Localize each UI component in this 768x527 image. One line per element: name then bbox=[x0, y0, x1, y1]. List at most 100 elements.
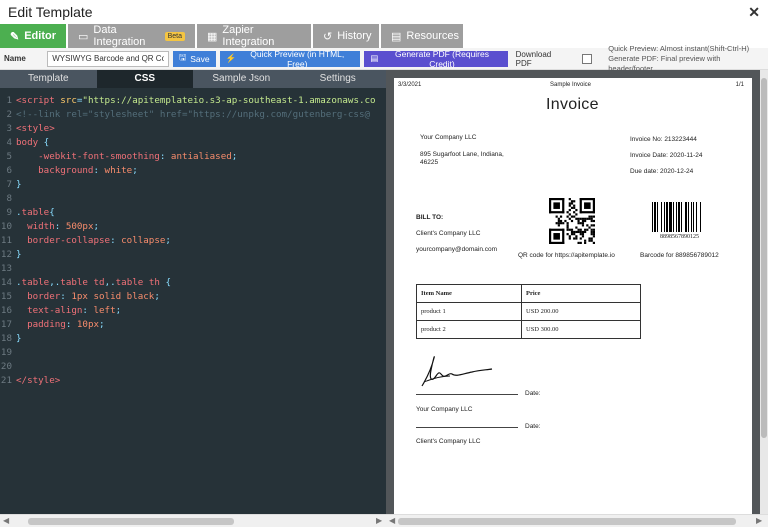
scroll-right-arrow-icon[interactable]: ▶ bbox=[756, 516, 762, 525]
code-token: white bbox=[104, 165, 133, 176]
code-line[interactable]: 18} bbox=[0, 332, 386, 346]
tab-sample-json[interactable]: Sample Json bbox=[193, 70, 290, 88]
save-button[interactable]: 🖫 Save bbox=[173, 50, 216, 67]
title-bar: Edit Template ✕ bbox=[0, 0, 768, 24]
download-pdf-checkbox[interactable] bbox=[582, 53, 593, 64]
toolbar: Name 🖫 Save ⚡ Quick Preview (in HTML, Fr… bbox=[0, 44, 768, 73]
code-line[interactable]: 5 -webkit-font-smoothing: antialiased; bbox=[0, 150, 386, 164]
editor-horizontal-scrollbar[interactable]: ◀ ▶ bbox=[0, 514, 386, 527]
code-token: : bbox=[159, 151, 171, 162]
code-token: ; bbox=[231, 151, 238, 162]
save-button-label: Save bbox=[190, 53, 210, 64]
line-number: 14 bbox=[0, 277, 12, 288]
close-icon[interactable]: ✕ bbox=[748, 4, 760, 21]
scroll-left-arrow-icon[interactable]: ◀ bbox=[3, 516, 9, 525]
code-line[interactable]: 2 <!--link rel="stylesheet" href="https:/… bbox=[0, 108, 386, 122]
beta-badge: Beta bbox=[164, 31, 185, 41]
code-token: border bbox=[27, 291, 61, 302]
table-row: product 1 USD 200.00 bbox=[416, 302, 641, 321]
editor-tabs: Template CSS Sample Json Settings bbox=[0, 70, 386, 88]
code-line[interactable]: 20 bbox=[0, 360, 386, 374]
code-line[interactable]: 3 <style> bbox=[0, 122, 386, 136]
code-line[interactable]: 12} bbox=[0, 248, 386, 262]
tab-template[interactable]: Template bbox=[0, 70, 97, 88]
code-token: <!--link rel="stylesheet" href="https://… bbox=[16, 109, 371, 120]
table-cell: USD 300.00 bbox=[521, 320, 641, 339]
tab-history[interactable]: ↺ History bbox=[313, 24, 379, 48]
history-icon: ↺ bbox=[323, 30, 333, 43]
code-line[interactable]: 11 border-collapse: collapse; bbox=[0, 234, 386, 248]
tab-css[interactable]: CSS bbox=[96, 70, 193, 88]
code-token: text-align bbox=[27, 305, 83, 316]
scroll-left-arrow-icon[interactable]: ◀ bbox=[389, 516, 395, 525]
line-number: 4 bbox=[6, 137, 12, 148]
template-name-input[interactable] bbox=[47, 50, 169, 67]
tab-label: History bbox=[337, 30, 372, 42]
code-token: "https://apitemplateio.s3-ap-southeast-1… bbox=[82, 95, 376, 106]
code-line[interactable]: 17 padding: 10px; bbox=[0, 318, 386, 332]
items-table: Item Name Price product 1 USD 200.00 pro… bbox=[416, 284, 641, 339]
code-line[interactable]: 16 text-align: left; bbox=[0, 304, 386, 318]
line-number: 11 bbox=[0, 235, 12, 246]
tab-label: Zapier Integration bbox=[222, 24, 275, 48]
code-token: ; bbox=[154, 291, 160, 302]
tab-label: Data Integration bbox=[93, 24, 146, 48]
table-cell: product 1 bbox=[416, 302, 522, 321]
editor-scrollbar-thumb[interactable] bbox=[28, 518, 234, 525]
barcode-number: 8898567890125 bbox=[660, 234, 699, 240]
code-line[interactable]: 14. table,. table td,. table th { bbox=[0, 276, 386, 290]
quick-preview-button[interactable]: ⚡ Quick Preview (in HTML, Free) bbox=[219, 49, 361, 69]
code-token: src bbox=[60, 95, 77, 106]
code-line[interactable]: 1 <script src = "https://apitemplateio.s3-a… bbox=[0, 94, 386, 108]
preview-horizontal-scrollbar[interactable]: ◀ ▶ bbox=[386, 514, 768, 527]
code-token: left bbox=[93, 305, 116, 316]
code-token: } bbox=[16, 249, 22, 260]
code-line[interactable]: 6 background: white; bbox=[0, 164, 386, 178]
date-label-2: Date: bbox=[525, 423, 541, 430]
scroll-right-arrow-icon[interactable]: ▶ bbox=[376, 516, 382, 525]
line-number: 5 bbox=[6, 151, 12, 162]
preview-hscroll-thumb[interactable] bbox=[398, 518, 736, 525]
invoice-page: 3/3/2021 Sample Invoice 1/1 Invoice Your… bbox=[394, 78, 752, 514]
code-line[interactable]: 15 border: 1px solid black; bbox=[0, 290, 386, 304]
tab-resources[interactable]: ▤ Resources bbox=[381, 24, 463, 48]
qr-caption: QR code for https://apitemplate.io bbox=[518, 252, 615, 259]
due-date: Due date: 2020-12-24 bbox=[630, 168, 694, 175]
toolbar-hint: Quick Preview: Almost instant(Shift-Ctrl… bbox=[608, 44, 764, 74]
code-token: body bbox=[16, 137, 44, 148]
line-number: 8 bbox=[6, 193, 12, 204]
column-header-item: Item Name bbox=[416, 284, 522, 303]
code-line[interactable]: 4 body { bbox=[0, 136, 386, 150]
code-area[interactable]: 1 <script src = "https://apitemplateio.s3-a… bbox=[0, 88, 386, 388]
tab-editor[interactable]: ✎ Editor bbox=[0, 24, 66, 48]
code-line[interactable]: 19 bbox=[0, 346, 386, 360]
code-token: { bbox=[43, 137, 50, 148]
line-number: 6 bbox=[6, 165, 12, 176]
code-line[interactable]: 8 bbox=[0, 192, 386, 206]
preview-scrollbar-thumb[interactable] bbox=[761, 78, 767, 438]
preview-scrollbar[interactable] bbox=[760, 70, 768, 514]
line-number: 3 bbox=[6, 123, 12, 134]
tab-data-integration[interactable]: ▭ Data Integration Beta bbox=[68, 24, 195, 48]
code-line[interactable]: 7} bbox=[0, 178, 386, 192]
column-header-price: Price bbox=[521, 284, 641, 303]
code-token: antialiased bbox=[170, 151, 232, 162]
qr-code bbox=[549, 198, 595, 244]
tab-settings[interactable]: Settings bbox=[290, 70, 387, 88]
code-line[interactable]: 13 bbox=[0, 262, 386, 276]
table-header-row: Item Name Price bbox=[416, 284, 641, 303]
code-line[interactable]: 10 width: 500px; bbox=[0, 220, 386, 234]
code-line[interactable]: 21 </style> bbox=[0, 374, 386, 388]
code-line[interactable]: 9. table{ bbox=[0, 206, 386, 220]
code-token: </style> bbox=[16, 375, 61, 386]
code-token: -webkit-font-smoothing bbox=[38, 151, 160, 162]
generate-pdf-button[interactable]: ▤ Generate PDF (Requires Credit) bbox=[364, 49, 508, 69]
code-token: width bbox=[27, 221, 55, 232]
code-token: ; bbox=[99, 319, 105, 330]
tab-zapier-integration[interactable]: ▦ Zapier Integration bbox=[197, 24, 311, 48]
code-token: : bbox=[60, 291, 72, 302]
code-token: collapse bbox=[121, 235, 166, 246]
